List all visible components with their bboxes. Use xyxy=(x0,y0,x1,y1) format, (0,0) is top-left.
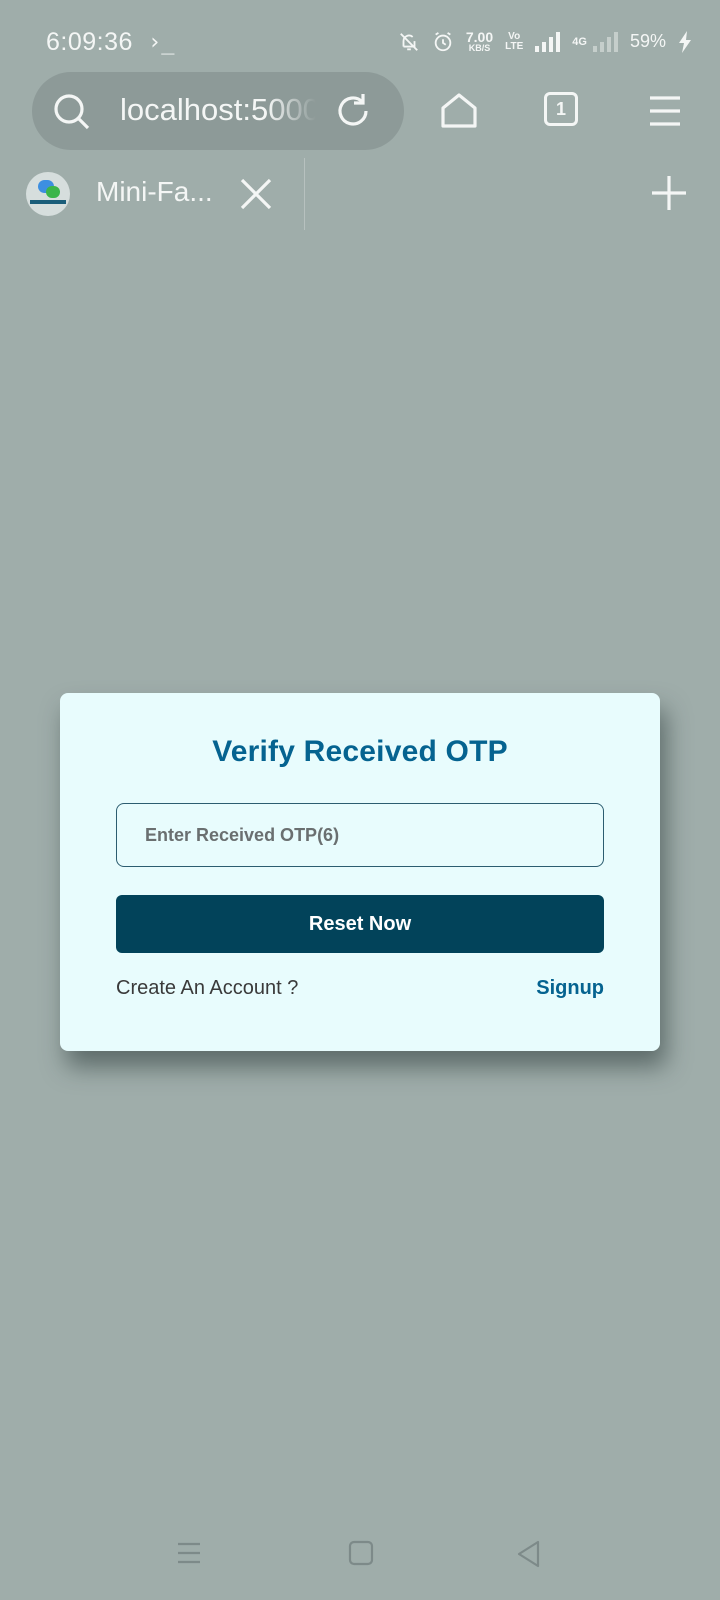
tab-divider xyxy=(304,158,305,230)
volte-bottom: LTE xyxy=(505,40,524,52)
volte-top: Vo xyxy=(508,30,521,42)
charging-icon xyxy=(679,30,691,53)
signal-icon xyxy=(535,31,561,52)
mini-facebook-favicon xyxy=(26,172,70,216)
search-icon[interactable] xyxy=(52,92,92,132)
alarm-icon xyxy=(434,31,452,51)
home-icon[interactable] xyxy=(440,92,478,130)
url-text[interactable]: localhost:5000 xyxy=(120,92,316,128)
battery-level: 59% xyxy=(629,31,666,51)
tab-title[interactable]: Mini-Fa... xyxy=(96,176,213,208)
recent-apps-icon[interactable] xyxy=(176,1540,202,1566)
network-type: 4G xyxy=(572,35,587,48)
terminal-icon: ›_ xyxy=(148,30,175,55)
create-account-prompt: Create An Account ? xyxy=(116,977,299,999)
reload-icon[interactable] xyxy=(332,90,374,132)
menu-icon[interactable] xyxy=(648,96,682,126)
tab-strip: Mini-Fa... xyxy=(0,158,720,232)
volte-indicator: Vo LTE xyxy=(505,30,524,52)
tab-count-button[interactable]: 1 xyxy=(544,92,578,126)
net-speed-value: 7.00 xyxy=(465,29,494,45)
network-speed: 7.00 KB/S xyxy=(466,30,493,53)
reset-now-button[interactable]: Reset Now xyxy=(116,895,604,953)
notifications-off-icon xyxy=(399,32,418,51)
otp-input[interactable] xyxy=(116,803,604,867)
home-nav-icon[interactable] xyxy=(348,1540,374,1566)
net-speed-unit: KB/S xyxy=(468,43,491,53)
status-time: 6:09:36 xyxy=(46,28,133,56)
address-bar[interactable]: localhost:5000 xyxy=(32,72,404,150)
signup-link[interactable]: Signup xyxy=(536,977,604,1000)
close-icon[interactable] xyxy=(238,176,274,212)
system-nav-bar xyxy=(0,1520,720,1590)
new-tab-icon[interactable] xyxy=(650,174,688,212)
back-icon[interactable] xyxy=(516,1540,542,1568)
card-title: Verify Received OTP xyxy=(212,735,508,768)
signal-icon-secondary xyxy=(592,31,618,52)
otp-card: Verify Received OTP Reset Now Create An … xyxy=(60,693,660,1051)
status-icons: 7.00 KB/S Vo LTE 4G 59% xyxy=(398,30,692,53)
